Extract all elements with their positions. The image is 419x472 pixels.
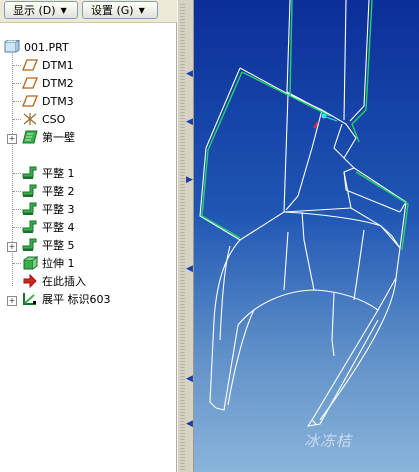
tree-item-label: DTM3 bbox=[42, 94, 74, 108]
tree-item-part[interactable]: 001.PRT bbox=[4, 38, 69, 56]
tree-item-label: 在此插入 bbox=[42, 275, 86, 288]
tree-connector bbox=[13, 209, 21, 210]
tree-item-flat-5[interactable]: 平整 5 bbox=[22, 236, 75, 254]
settings-menu-button[interactable]: 设置 (G) ▼ bbox=[82, 1, 158, 19]
tree-item-label: DTM1 bbox=[42, 58, 74, 72]
watermark-text: 冰冻桔 bbox=[304, 432, 353, 450]
tree-item-insert-here[interactable]: 在此插入 bbox=[22, 272, 86, 290]
tree-item-dtm2[interactable]: DTM2 bbox=[22, 74, 74, 92]
tree-item-extrude-1[interactable]: 拉伸 1 bbox=[22, 254, 75, 272]
tree-item-label: 平整 3 bbox=[42, 203, 75, 216]
chevron-down-icon: ▼ bbox=[60, 5, 67, 15]
model-tree: 001.PRT DTM1 DTM2 DTM3 CSO + 第一壁 平整 1 平整… bbox=[0, 23, 177, 472]
tree-toolbar: 显示 (D) ▼ 设置 (G) ▼ bbox=[0, 0, 177, 23]
flat-wall-icon bbox=[22, 184, 38, 198]
graphics-window[interactable]: 冰冻桔 bbox=[194, 0, 419, 472]
tree-connector bbox=[13, 227, 21, 228]
tree-connector bbox=[13, 263, 21, 264]
tree-item-flat-4[interactable]: 平整 4 bbox=[22, 218, 75, 236]
collapse-left-arrow-icon[interactable]: ◀ bbox=[186, 265, 193, 274]
tree-item-label: CSO bbox=[42, 112, 66, 126]
tree-connector bbox=[13, 173, 21, 174]
tree-item-label: 第一壁 bbox=[42, 131, 75, 144]
part-icon bbox=[4, 39, 21, 54]
panel-splitter[interactable]: ◀ ◀ ▶ ◀ ◀ ◀ bbox=[177, 0, 194, 472]
datum-plane-icon bbox=[22, 94, 38, 108]
expand-right-arrow-icon[interactable]: ▶ bbox=[186, 176, 193, 185]
tree-item-dtm1[interactable]: DTM1 bbox=[22, 56, 74, 74]
sheetmetal-model-wireframe bbox=[199, 0, 409, 427]
tree-item-label: 平整 2 bbox=[42, 185, 75, 198]
tree-item-label: 拉伸 1 bbox=[42, 257, 75, 270]
tree-item-flat-1[interactable]: 平整 1 bbox=[22, 164, 75, 182]
datum-plane-icon bbox=[22, 58, 38, 72]
collapse-left-arrow-icon[interactable]: ◀ bbox=[186, 420, 193, 429]
tree-item-dtm3[interactable]: DTM3 bbox=[22, 92, 74, 110]
flat-wall-icon bbox=[22, 166, 38, 180]
tree-item-first-wall[interactable]: 第一壁 bbox=[22, 128, 75, 146]
tree-item-label: 001.PRT bbox=[24, 40, 69, 54]
tree-connector bbox=[13, 191, 21, 192]
tree-item-flat-3[interactable]: 平整 3 bbox=[22, 200, 75, 218]
expand-toggle[interactable]: + bbox=[7, 134, 17, 144]
first-wall-icon bbox=[22, 130, 38, 144]
flat-wall-icon bbox=[22, 238, 38, 252]
flat-wall-icon bbox=[22, 220, 38, 234]
tree-item-label: 平整 4 bbox=[42, 221, 75, 234]
show-menu-button[interactable]: 显示 (D) ▼ bbox=[4, 1, 78, 19]
expand-toggle[interactable]: + bbox=[7, 296, 17, 306]
chevron-down-icon: ▼ bbox=[138, 5, 145, 15]
tree-item-label: 平整 5 bbox=[42, 239, 75, 252]
tree-connector bbox=[13, 65, 21, 66]
extrude-icon bbox=[22, 256, 39, 270]
tree-item-flat-2[interactable]: 平整 2 bbox=[22, 182, 75, 200]
collapse-left-arrow-icon[interactable]: ◀ bbox=[186, 70, 193, 79]
tree-connector bbox=[13, 83, 21, 84]
collapse-left-arrow-icon[interactable]: ◀ bbox=[186, 118, 193, 127]
coordinate-system-icon bbox=[22, 112, 38, 126]
splitter-grip bbox=[180, 4, 185, 470]
tree-item-cso[interactable]: CSO bbox=[22, 110, 65, 128]
collapse-left-arrow-icon[interactable]: ◀ bbox=[186, 375, 193, 384]
datum-plane-icon bbox=[22, 76, 38, 90]
tree-item-label: 平整 1 bbox=[42, 167, 75, 180]
tree-item-unbend[interactable]: 展平 标识603 bbox=[22, 290, 111, 308]
insert-here-arrow-icon bbox=[22, 273, 38, 289]
tree-item-label: DTM2 bbox=[42, 76, 74, 90]
tree-connector bbox=[13, 101, 21, 102]
expand-toggle[interactable]: + bbox=[7, 242, 17, 252]
tree-item-label: 展平 标识603 bbox=[42, 293, 111, 306]
flat-wall-icon bbox=[22, 202, 38, 216]
unbend-icon bbox=[22, 292, 38, 306]
tree-connector bbox=[13, 119, 21, 120]
show-menu-label: 显示 (D) bbox=[13, 4, 56, 17]
settings-menu-label: 设置 (G) bbox=[91, 4, 134, 17]
